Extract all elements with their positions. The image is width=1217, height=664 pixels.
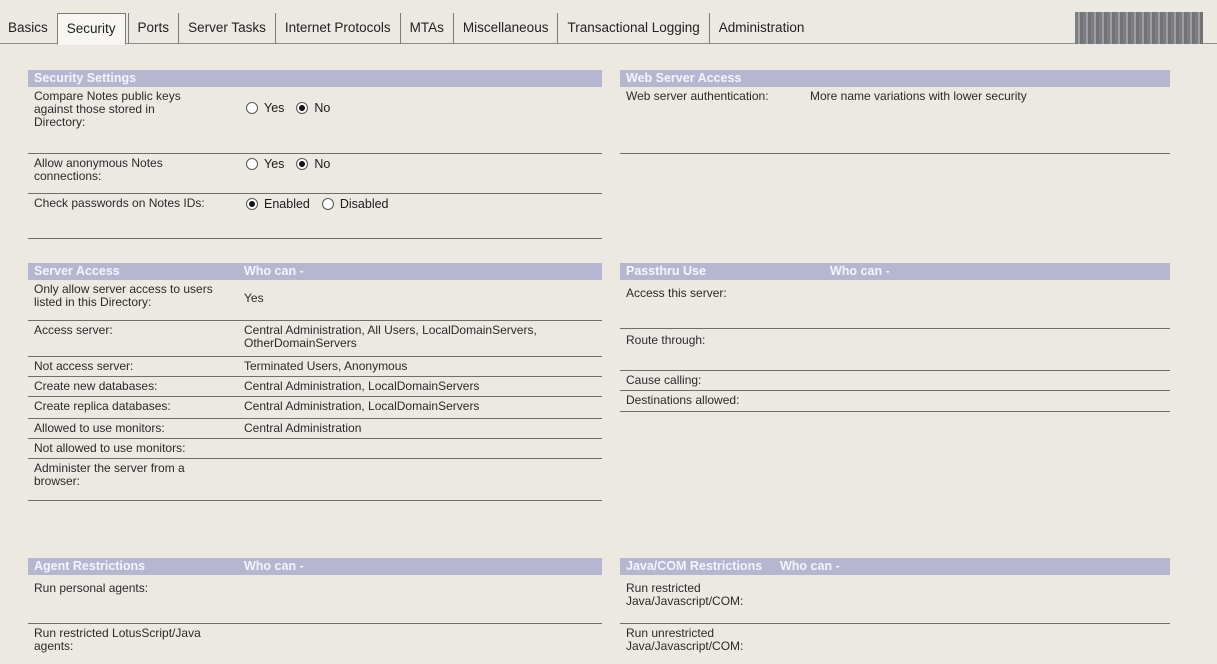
web-server-access-header: Web Server Access — [620, 70, 1170, 87]
row-label: Create new databases: — [34, 379, 158, 393]
server-access-header: Server Access Who can - — [28, 263, 602, 280]
section-subtitle: Who can - — [780, 559, 840, 573]
radio-label: Enabled — [264, 197, 310, 211]
tab-overflow-area — [1075, 12, 1203, 44]
section-title: Java/COM Restrictions — [626, 559, 763, 573]
tab-server-tasks[interactable]: Server Tasks — [178, 13, 275, 44]
server-access-section: Server Access Who can - Only allow serve… — [28, 263, 602, 501]
section-subtitle: Who can - — [830, 264, 890, 278]
check-passwords-radio-group: Enabled Disabled — [246, 197, 397, 211]
row-label: Create replica databases: — [34, 399, 171, 413]
row-label: Run personal agents: — [34, 581, 149, 595]
section-subtitle: Who can - — [244, 559, 304, 573]
row-value: Yes — [244, 291, 264, 305]
anonymous-yes-radio[interactable] — [246, 158, 258, 170]
passthru-use-header: Passthru Use Who can - — [620, 263, 1170, 280]
row-value: Central Administration, All Users, Local… — [244, 323, 537, 350]
section-title: Server Access — [34, 264, 120, 278]
row-label: Access server: — [34, 323, 113, 337]
check-passwords-disabled-radio[interactable] — [321, 198, 334, 210]
table-row: Not allowed to use monitors: — [28, 439, 602, 459]
radio-label: Yes — [264, 157, 285, 171]
tab-mtas[interactable]: MTAs — [399, 13, 453, 44]
table-row: Run restricted Java/Javascript/COM: — [620, 575, 1170, 624]
web-auth-value: More name variations with lower security — [810, 89, 1027, 103]
row-label: Administer the server from a browser: — [34, 461, 185, 488]
tab-basics[interactable]: Basics — [8, 13, 57, 44]
row-value: Central Administration — [244, 421, 362, 435]
table-row: Cause calling: — [620, 371, 1170, 391]
anonymous-no-radio[interactable] — [296, 158, 309, 170]
section-title: Agent Restrictions — [34, 559, 146, 573]
tab-security[interactable]: Security — [56, 13, 126, 45]
row-label: Not allowed to use monitors: — [34, 441, 186, 455]
radio-label: No — [314, 101, 331, 115]
check-passwords-row: Check passwords on Notes IDs: Enabled Di… — [28, 194, 602, 239]
row-label: Run restricted LotusScript/Java agents: — [34, 626, 201, 653]
section-title: Web Server Access — [626, 71, 742, 85]
tab-miscellaneous[interactable]: Miscellaneous — [452, 13, 558, 44]
table-row: Route through: — [620, 329, 1170, 371]
tab-administration[interactable]: Administration — [708, 13, 814, 44]
table-row: Create replica databases: Central Admini… — [28, 397, 602, 419]
web-auth-row: Web server authentication: More name var… — [620, 87, 1170, 154]
row-label: Access this server: — [626, 286, 727, 300]
row-value: Central Administration, LocalDomainServe… — [244, 379, 480, 393]
table-row: Run restricted LotusScript/Java agents: — [28, 624, 602, 664]
radio-label: Yes — [264, 101, 285, 115]
check-passwords-enabled-radio[interactable] — [246, 198, 258, 210]
check-passwords-label: Check passwords on Notes IDs: — [34, 196, 205, 210]
table-row: Access this server: — [620, 280, 1170, 329]
agent-restrictions-header: Agent Restrictions Who can - — [28, 558, 602, 575]
table-row: Not access server: Terminated Users, Ano… — [28, 357, 602, 377]
agent-restrictions-section: Agent Restrictions Who can - Run persona… — [28, 558, 602, 664]
compare-keys-label: Compare Notes public keys against those … — [34, 89, 181, 129]
web-server-access-section: Web Server Access Web server authenticat… — [620, 70, 1170, 154]
compare-keys-yes-radio[interactable] — [246, 102, 258, 114]
row-label: Run restricted Java/Javascript/COM: — [626, 581, 744, 608]
anonymous-radio-group: Yes No — [246, 157, 338, 171]
tab-internet-protocols[interactable]: Internet Protocols — [274, 13, 400, 44]
web-auth-label: Web server authentication: — [626, 89, 769, 103]
radio-label: No — [314, 157, 331, 171]
row-label: Only allow server access to users listed… — [34, 282, 213, 309]
table-row: Run unrestricted Java/Javascript/COM: — [620, 624, 1170, 664]
compare-keys-row: Compare Notes public keys against those … — [28, 87, 602, 154]
row-label: Route through: — [626, 333, 706, 347]
table-row: Allowed to use monitors: Central Adminis… — [28, 419, 602, 439]
row-label: Run unrestricted Java/Javascript/COM: — [626, 626, 744, 653]
compare-keys-radio-group: Yes No — [246, 101, 338, 115]
row-label: Cause calling: — [626, 373, 702, 387]
row-label: Destinations allowed: — [626, 393, 740, 407]
tab-transactional-logging[interactable]: Transactional Logging — [557, 13, 708, 44]
java-com-restrictions-header: Java/COM Restrictions Who can - — [620, 558, 1170, 575]
table-row: Destinations allowed: — [620, 391, 1170, 412]
row-value: Central Administration, LocalDomainServe… — [244, 399, 480, 413]
tab-bar: Basics Security Ports Server Tasks Inter… — [0, 0, 1217, 45]
table-row: Only allow server access to users listed… — [28, 280, 602, 321]
tab-strip: Basics Security Ports Server Tasks Inter… — [8, 13, 814, 45]
tab-ports[interactable]: Ports — [127, 13, 179, 44]
passthru-use-section: Passthru Use Who can - Access this serve… — [620, 263, 1170, 412]
table-row: Run personal agents: — [28, 575, 602, 624]
table-row: Administer the server from a browser: — [28, 459, 602, 501]
table-row: Create new databases: Central Administra… — [28, 377, 602, 397]
anonymous-row: Allow anonymous Notes connections: Yes N… — [28, 154, 602, 194]
section-title: Security Settings — [34, 71, 137, 85]
java-com-restrictions-section: Java/COM Restrictions Who can - Run rest… — [620, 558, 1170, 664]
radio-label: Disabled — [339, 197, 389, 211]
security-settings-section: Security Settings Compare Notes public k… — [28, 70, 602, 239]
compare-keys-no-radio[interactable] — [296, 102, 309, 114]
section-subtitle: Who can - — [244, 264, 304, 278]
row-label: Allowed to use monitors: — [34, 421, 165, 435]
row-value: Terminated Users, Anonymous — [244, 359, 408, 373]
row-label: Not access server: — [34, 359, 134, 373]
section-title: Passthru Use — [626, 264, 706, 278]
anonymous-label: Allow anonymous Notes connections: — [34, 156, 163, 183]
table-row: Access server: Central Administration, A… — [28, 321, 602, 357]
security-settings-header: Security Settings — [28, 70, 602, 87]
